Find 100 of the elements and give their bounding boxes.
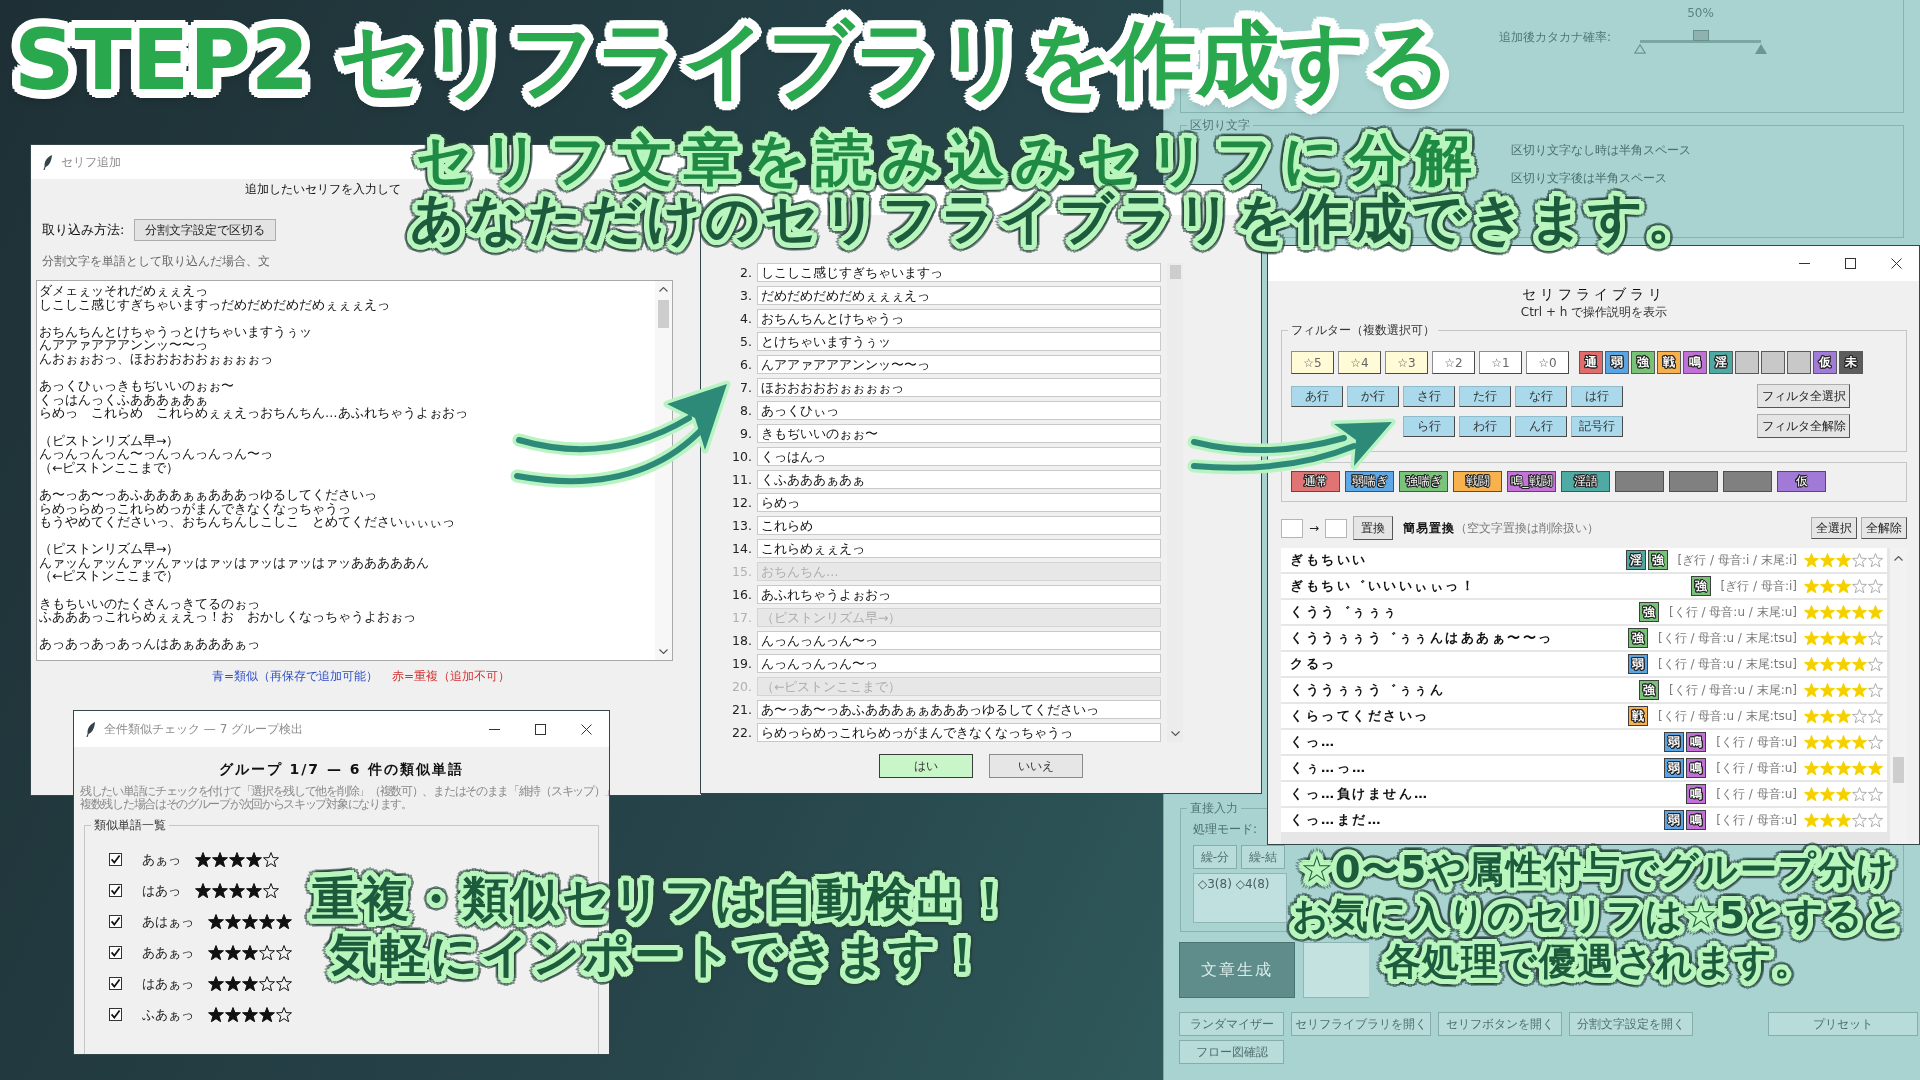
kana-filter-button[interactable]: た行: [1459, 386, 1511, 407]
input-field[interactable]: ◇3(8) ◇4(8): [1193, 873, 1287, 923]
entry-text: くっ…: [1290, 733, 1338, 751]
star-icon: [208, 913, 224, 930]
star-icon: [1820, 630, 1835, 646]
line-field[interactable]: んっんっんっん〜っ: [757, 631, 1161, 650]
kana-filter-button[interactable]: な行: [1515, 386, 1567, 407]
star-filter-button[interactable]: ☆4: [1338, 351, 1381, 374]
scrollbar-thumb[interactable]: [658, 300, 669, 328]
app-button[interactable]: セリフボタンを開く: [1438, 1012, 1562, 1036]
attribute-tag: 強: [1647, 550, 1668, 570]
list-row[interactable]: くらってくださいっ 戦 [く行 / 母音:u / 末尾:tsu]: [1281, 704, 1887, 728]
line-field[interactable]: らめっ: [757, 493, 1161, 512]
star-filter-button[interactable]: ☆2: [1432, 351, 1475, 374]
kana-filter-button[interactable]: あ行: [1291, 386, 1343, 407]
star-icon: [225, 975, 241, 992]
line-field[interactable]: とけちゃいますうぅッ: [757, 332, 1161, 351]
line-field[interactable]: しこしこ感じすぎちゃいますっ: [757, 263, 1161, 282]
attribute-filter-button[interactable]: 未: [1839, 351, 1863, 374]
line-field[interactable]: んアアァアアアンンッ〜〜っ: [757, 355, 1161, 374]
dialog-button[interactable]: はい: [879, 754, 973, 778]
kana-filter-button[interactable]: わ行: [1459, 416, 1511, 437]
scrollbar[interactable]: [1167, 263, 1183, 742]
list-row[interactable]: くううぅぅう゛ぅぅんはああぁ〜〜っ 強 [く行 / 母音:u / 末尾:tsu]: [1281, 626, 1887, 650]
slider-thumb[interactable]: [1692, 30, 1709, 41]
list-row[interactable]: ぎもちいい 淫 強 [ぎ行 / 母音:i / 末尾:i]: [1281, 548, 1887, 572]
row-number: 9.: [739, 426, 753, 441]
input-field[interactable]: [1325, 518, 1348, 538]
dropdown[interactable]: 分割文字設定で区切る: [134, 219, 277, 241]
line-field[interactable]: きもぢいいのぉぉ〜: [757, 424, 1161, 443]
list-row[interactable]: ぎもちい゛いいいぃぃっ！ 強 [ぎ行 / 母音:i]: [1281, 574, 1887, 598]
line-field[interactable]: これらめぇぇえっ: [757, 539, 1161, 558]
app-button[interactable]: ランダマイザー: [1179, 1012, 1284, 1036]
kana-filter-button[interactable]: 記号行: [1571, 416, 1623, 437]
star-outline-icon: [276, 944, 292, 961]
checkbox[interactable]: [109, 915, 122, 928]
filter-action-button[interactable]: フィルタ全選択: [1757, 384, 1850, 408]
list-row[interactable]: くっ…負けません… 鳴 [く行 / 母音:u]: [1281, 782, 1887, 806]
kana-filter-button[interactable]: ら行: [1403, 416, 1455, 437]
scrollbar-thumb[interactable]: [1893, 757, 1904, 783]
line-field[interactable]: おちんちんとけちゃうっ: [757, 309, 1161, 328]
list-row[interactable]: クるっ 弱 [く行 / 母音:u / 末尾:tsu]: [1281, 652, 1887, 676]
attribute-filter-button[interactable]: [1735, 351, 1759, 374]
star-filter-button[interactable]: ☆0: [1526, 351, 1569, 374]
scroll-up-icon[interactable]: [659, 287, 668, 292]
select-button[interactable]: 全解除: [1861, 517, 1907, 539]
checkbox[interactable]: [109, 1008, 122, 1021]
attribute-filter-button[interactable]: [1787, 351, 1811, 374]
checkbox[interactable]: [109, 977, 122, 990]
list-row[interactable]: くっ…まだ… 弱 鳴 [く行 / 母音:u]: [1281, 808, 1887, 832]
checkbox[interactable]: [109, 884, 122, 897]
app-button[interactable]: フロー図確認: [1179, 1040, 1284, 1064]
star-icon: [1836, 812, 1851, 828]
checkbox[interactable]: [109, 853, 122, 866]
line-field[interactable]: ほおおおおおぉぉぉぉっ: [757, 378, 1161, 397]
kana-filter-button[interactable]: か行: [1347, 386, 1399, 407]
text-area[interactable]: [1303, 942, 1369, 998]
kana-filter-button[interactable]: ん行: [1515, 416, 1567, 437]
line-field[interactable]: これらめ: [757, 516, 1161, 535]
app-button[interactable]: セリフライブラリを開く: [1291, 1012, 1431, 1036]
line-field[interactable]: くっはんっ: [757, 447, 1161, 466]
attribute-filter-button[interactable]: [1761, 351, 1785, 374]
attribute-tag-button[interactable]: [1723, 471, 1772, 492]
line-field[interactable]: あふれちゃうよぉおっ: [757, 585, 1161, 604]
attribute-tag-button[interactable]: [1615, 471, 1664, 492]
list-row[interactable]: くぅ…っ… 弱 鳴 [く行 / 母音:u]: [1281, 756, 1887, 780]
app-button[interactable]: プリセット: [1768, 1012, 1918, 1036]
list-row[interactable]: くううぅぅう゛ぅぅん 強 [く行 / 母音:u / 末尾:n]: [1281, 678, 1887, 702]
star-filter-button[interactable]: ☆3: [1385, 351, 1428, 374]
list-row[interactable]: くうう゛ぅぅぅ 強 [く行 / 母音:u / 末尾:u]: [1281, 600, 1887, 624]
scroll-down-icon[interactable]: [659, 649, 668, 654]
mode-button[interactable]: 繰-分: [1193, 845, 1237, 869]
star-filter-button[interactable]: ☆5: [1291, 351, 1334, 374]
filter-action-button[interactable]: フィルタ全解除: [1757, 414, 1850, 438]
line-field[interactable]: だめだめだめだめぇぇぇえっ: [757, 286, 1161, 305]
replace-button[interactable]: 置換: [1353, 516, 1394, 540]
kana-filter-button[interactable]: さ行: [1403, 386, 1455, 407]
scroll-down-icon[interactable]: [1170, 731, 1180, 736]
mode-button[interactable]: 繰-結: [1241, 845, 1285, 869]
row-number: 16.: [731, 587, 753, 602]
scrollbar[interactable]: [655, 281, 672, 660]
kana-filter-button[interactable]: は行: [1571, 386, 1623, 407]
app-button[interactable]: 分割文字設定を開く: [1569, 1012, 1693, 1036]
input-field[interactable]: [1281, 518, 1303, 538]
star-icon: [1868, 760, 1883, 776]
shortcut-hint: Ctrl + h で操作説明を表示: [1519, 305, 1669, 319]
line-field[interactable]: あ〜っあ〜っあふあああぁぁあああっゆるしてくださいっ: [757, 700, 1161, 719]
line-field[interactable]: あっくひぃっ: [757, 401, 1161, 420]
scroll-up-icon[interactable]: [1894, 556, 1903, 561]
line-field[interactable]: らめっらめっこれらめっがまんできなくなっちゃうっ: [757, 723, 1161, 742]
dialog-button[interactable]: いいえ: [989, 754, 1083, 778]
scrollbar-thumb[interactable]: [1169, 265, 1181, 279]
line-field[interactable]: んっんっんっん〜っ: [757, 654, 1161, 673]
list-row[interactable]: くっ… 弱 鳴 [く行 / 母音:u]: [1281, 730, 1887, 754]
checkbox[interactable]: [109, 946, 122, 959]
attribute-tag-button[interactable]: [1669, 471, 1718, 492]
line-field[interactable]: くふあああぁあぁ: [757, 470, 1161, 489]
select-button[interactable]: 全選択: [1811, 517, 1857, 539]
star-filter-button[interactable]: ☆1: [1479, 351, 1522, 374]
text-area[interactable]: ダメェぇッそれだめぇぇえっ しこしこ感じすぎちゃいますっだめだめだめだめぇぇぇえっ おちんちんとけちゃうっとけちゃいますうぅッ んアアァアアアンンッ〜〜っ んおぉぉおっ、ほおおおおおぉぉぉぉっ あっくひぃっきもぢいいのぉぉ〜 くっはんっくふあああぁあぁ らめっ これらめ これらめぇぇえっおちんちん…あふれちゃうよぉおっ （ピストンリズム早→） んっんっんっん〜っんっんっんっん〜っ （←ピストンここまで） あ〜っあ〜っあふあああぁぁあああっゆるしてくださいっ らめっらめっこれらめっがまんできなくなっちゃうっ もうやめてくださいっ、おちんちんしこしこ とめてくださいぃぃぃっ （ピストンリズム早→） んァッんァッんァッんァッはァッはァッはァッはァッあああああん （←ピストンここまで） きもちいいのたくさんっきてるのぉっ ふあああっこれらめぇぇえっ！お おかしくなっちゃうよおぉっ あっあっあっあっんはあぁあああぁっ: [36, 280, 673, 661]
